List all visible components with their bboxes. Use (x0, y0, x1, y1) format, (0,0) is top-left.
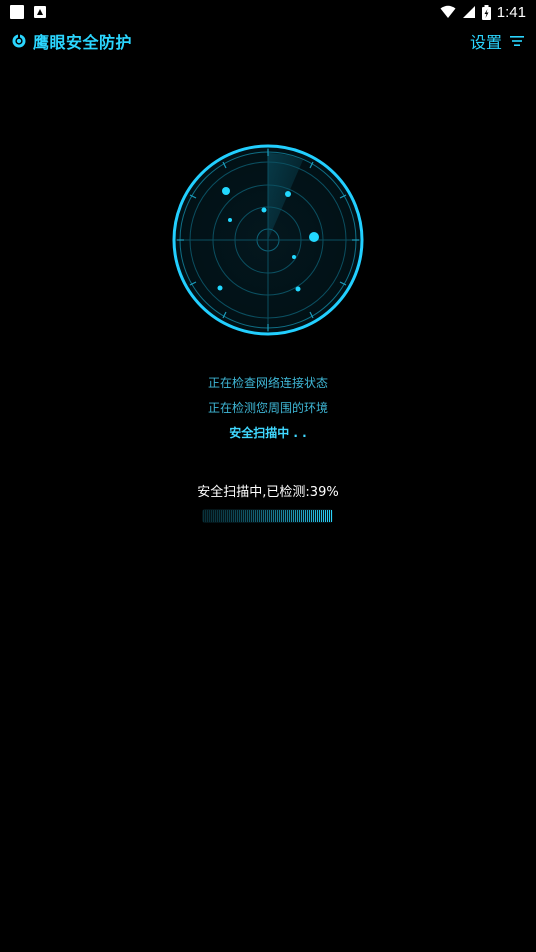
progress-stripe (245, 510, 246, 522)
scan-progress-bar (202, 508, 333, 524)
progress-stripe (229, 510, 230, 522)
progress-stripe (265, 510, 266, 522)
progress-stripe (271, 510, 272, 522)
progress-stripe (305, 510, 306, 522)
progress-stripe (263, 510, 264, 522)
radar-target-dot (261, 207, 267, 213)
progress-stripe (281, 510, 282, 522)
progress-stripe (291, 510, 292, 522)
progress-stripe (307, 510, 308, 522)
progress-stripe (279, 510, 280, 522)
progress-stripe (247, 510, 248, 522)
progress-stripe (261, 510, 262, 522)
progress-stripe (299, 510, 300, 522)
notification-a-icon (34, 6, 46, 18)
progress-stripe (227, 510, 228, 522)
progress-stripe (215, 510, 216, 522)
progress-stripe (309, 510, 310, 522)
progress-stripe (253, 510, 254, 522)
radar-target-dot (292, 255, 296, 259)
progress-stripe (311, 510, 312, 522)
progress-stripe (257, 510, 258, 522)
settings-button[interactable]: 设置 (470, 29, 524, 53)
progress-bar-graphic (202, 509, 333, 523)
app-title: 鹰眼安全防护 (33, 33, 133, 52)
progress-stripe (275, 510, 276, 522)
radar-target-dot (222, 187, 230, 195)
progress-stripe (223, 510, 224, 522)
progress-stripe (331, 510, 332, 522)
settings-label: 设置 (469, 33, 502, 52)
progress-stripe (327, 510, 328, 522)
scan-status-line: 正在检查网络连接状态 (207, 376, 328, 390)
progress-stripe (235, 510, 236, 522)
progress-stripe (233, 510, 234, 522)
progress-stripe (287, 510, 288, 522)
scan-status-line: 安全扫描中 . . (229, 426, 307, 440)
progress-stripe (211, 510, 212, 522)
progress-stripe (225, 510, 226, 522)
progress-stripe (241, 510, 242, 522)
wifi-icon (440, 5, 456, 18)
filter-menu-icon (510, 36, 524, 46)
scan-status-line: 正在检测您周围的环境 (207, 401, 328, 415)
progress-stripe (267, 510, 268, 522)
status-time: 1:41 (496, 3, 526, 21)
progress-stripe (243, 510, 244, 522)
progress-stripe (219, 510, 220, 522)
scan-progress-text: 安全扫描中,已检测:39% (197, 485, 339, 500)
progress-stripe (269, 510, 270, 522)
scan-status-lines: 正在检查网络连接状态 正在检测您周围的环境 安全扫描中 . . (0, 372, 536, 447)
radar-target-dot (295, 286, 301, 292)
radar-target-dot (217, 285, 223, 291)
status-bar-system: 1:41 (440, 4, 526, 21)
progress-stripe (317, 510, 318, 522)
progress-stripe (231, 510, 232, 522)
progress-stripe (213, 510, 214, 522)
progress-stripe (255, 510, 256, 522)
progress-stripe (251, 510, 252, 522)
progress-stripe (313, 510, 314, 522)
cell-signal-icon (462, 6, 475, 18)
progress-stripe (315, 510, 316, 522)
radar-target-dot (228, 218, 232, 222)
progress-stripe (285, 510, 286, 522)
progress-stripe (293, 510, 294, 522)
radar-scanner (171, 143, 365, 337)
progress-stripe (329, 510, 330, 522)
progress-stripe (207, 510, 208, 522)
progress-stripe (249, 510, 250, 522)
progress-stripe (259, 510, 260, 522)
progress-stripe (221, 510, 222, 522)
progress-stripe (325, 510, 326, 522)
progress-stripe (205, 510, 206, 522)
progress-stripe (217, 510, 218, 522)
status-bar-notifications (10, 5, 46, 19)
progress-stripe (303, 510, 304, 522)
app-title-group: 鹰眼安全防护 (12, 29, 132, 53)
progress-stripe (239, 510, 240, 522)
progress-stripe (203, 510, 204, 522)
eye-logo-icon (12, 34, 26, 48)
progress-stripe (277, 510, 278, 522)
app-screen: 1:41 鹰眼安全防护 设置 正在检查网络连接状态 正在检测您周围的环境 安全扫… (0, 0, 536, 952)
radar-graphic (172, 144, 364, 336)
radar-target-dot (309, 232, 319, 242)
progress-stripe (323, 510, 324, 522)
app-header: 鹰眼安全防护 设置 (0, 28, 536, 54)
progress-stripe (273, 510, 274, 522)
progress-stripe (237, 510, 238, 522)
notification-square-icon (10, 5, 24, 19)
battery-icon (481, 4, 491, 20)
progress-stripe (297, 510, 298, 522)
progress-stripe (319, 510, 320, 522)
progress-stripe (295, 510, 296, 522)
progress-stripe (301, 510, 302, 522)
status-bar: 1:41 (0, 0, 536, 24)
radar-target-dot (285, 191, 291, 197)
progress-stripe (321, 510, 322, 522)
progress-stripe (209, 510, 210, 522)
progress-stripe (289, 510, 290, 522)
progress-stripe (283, 510, 284, 522)
